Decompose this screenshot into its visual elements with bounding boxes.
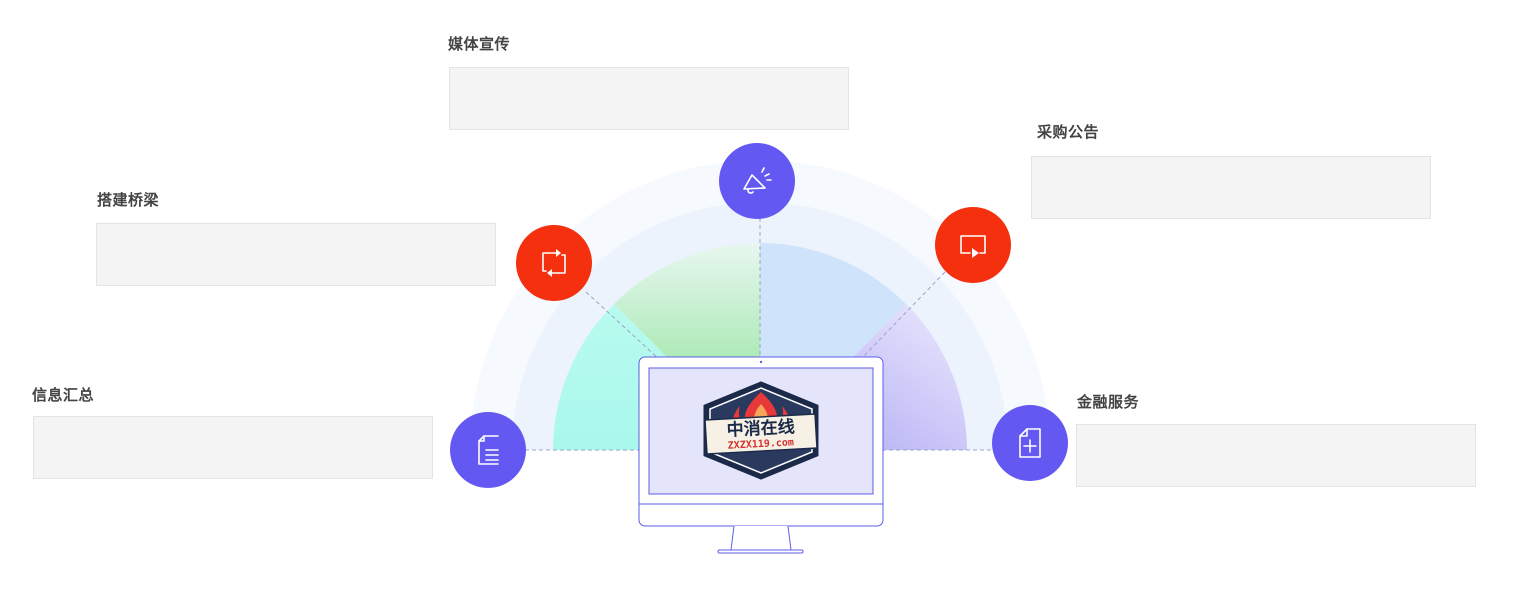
stage: 媒体宣传 采购公告 搭建桥梁 信息汇总 金融服务 中消在线 ZXZX119.co…: [0, 0, 1515, 604]
media-icon-circle: [719, 143, 795, 219]
swap-arrows-icon: [542, 249, 566, 277]
megaphone-icon: [743, 167, 772, 194]
document-plus-icon: [1019, 428, 1041, 458]
finance-icon-circle: [992, 405, 1068, 481]
bridge-icon-circle: [516, 225, 592, 301]
hub-diagram: 中消在线 ZXZX119.com: [470, 160, 1050, 554]
monitor-stand: [730, 525, 792, 551]
monitor-base: [717, 549, 804, 554]
procurement-icon-circle: [935, 207, 1011, 283]
monitor-camera: [759, 360, 763, 364]
info-icon-circle: [450, 412, 526, 488]
screen-share-icon: [960, 235, 986, 258]
document-list-icon: [478, 435, 499, 465]
